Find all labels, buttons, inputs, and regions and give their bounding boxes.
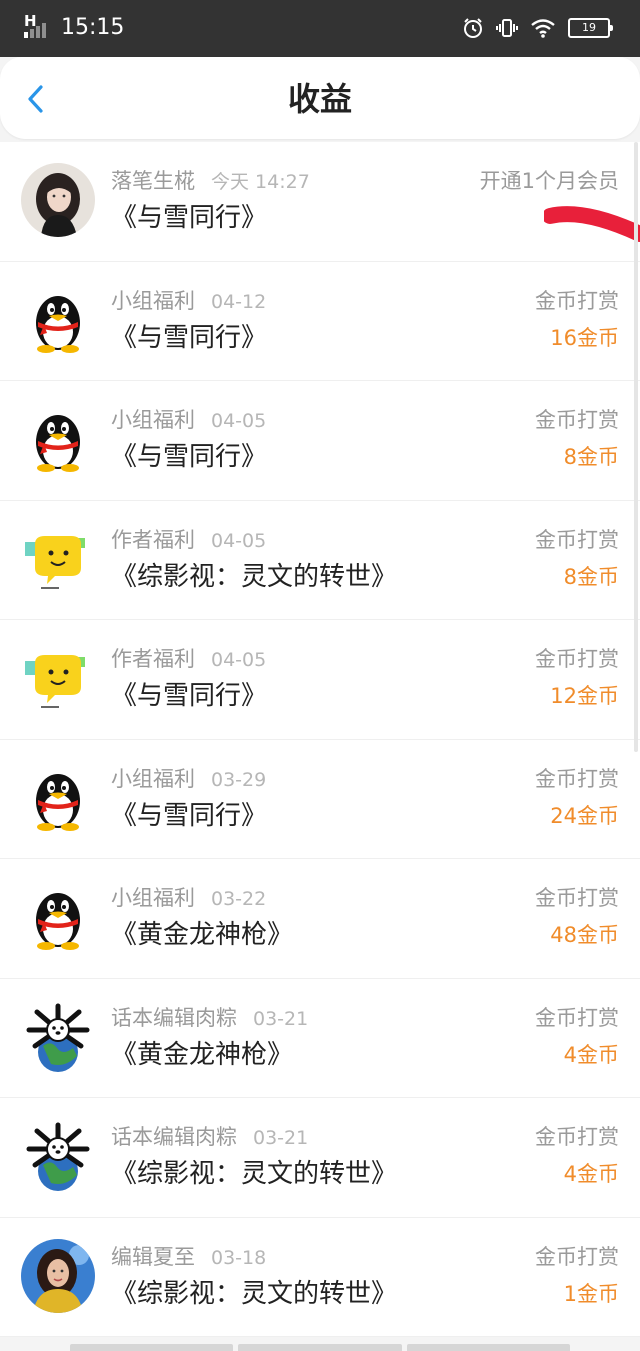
redaction-mark xyxy=(544,206,640,242)
record-date: 04-12 xyxy=(211,290,267,313)
sender-name: 落笔生椛 xyxy=(111,169,195,193)
reward-type: 金币打赏 xyxy=(535,647,619,671)
list-item[interactable]: 编辑夏至 03-18 《综影视：灵文的转世》 金币打赏 1金币 xyxy=(0,1217,640,1337)
avatar xyxy=(21,402,95,476)
sender-name: 小组福利 xyxy=(111,766,195,791)
avatar xyxy=(21,880,95,954)
reward-amount: 8金币 xyxy=(563,445,619,469)
penguin-avatar-image xyxy=(21,402,95,476)
book-title: 《黄金龙神枪》 xyxy=(111,1039,294,1070)
reward-amount: 4金币 xyxy=(563,1042,619,1067)
photo-girl-avatar-image xyxy=(21,163,95,237)
list-item[interactable]: 作者福利 04-05 《综影视：灵文的转世》 金币打赏 8金币 xyxy=(0,500,640,620)
book-title: 《与雪同行》 xyxy=(111,681,268,711)
record-date: 03-22 xyxy=(211,888,267,910)
scrollbar[interactable] xyxy=(634,142,638,752)
avatar xyxy=(21,641,95,715)
book-title: 《综影视：灵文的转世》 xyxy=(111,561,398,592)
earnings-list: 落笔生椛 今天 14:27 《与雪同行》 开通1个月会员 小组福利 04-12 《与… xyxy=(0,142,640,1337)
list-item[interactable]: 话本编辑肉粽 03-21 《综影视：灵文的转世》 金币打赏 4金币 xyxy=(0,1098,640,1218)
record-date: 03-29 xyxy=(211,768,267,791)
list-item[interactable]: 小组福利 03-29 《与雪同行》 金币打赏 24金币 xyxy=(0,739,640,859)
reward-type: 金币打赏 xyxy=(535,288,619,313)
list-item[interactable]: 小组福利 03-22 《黄金龙神枪》 金币打赏 48金币 xyxy=(0,859,640,979)
avatar xyxy=(21,163,95,237)
reward-type: 金币打赏 xyxy=(535,1244,619,1269)
reward-type: 金币打赏 xyxy=(535,766,619,791)
avatar xyxy=(21,760,95,835)
book-title: 《综影视：灵文的转世》 xyxy=(111,1159,398,1189)
battery-icon: 19 xyxy=(568,18,613,38)
avatar xyxy=(21,1119,95,1193)
sender-name: 作者福利 xyxy=(111,527,195,552)
list-item[interactable]: 作者福利 04-05 《与雪同行》 金币打赏 12金币 xyxy=(0,620,640,740)
reward-type: 金币打赏 xyxy=(535,1125,619,1149)
yellow-bubble-avatar-image xyxy=(21,641,95,715)
status-time: 15:15 xyxy=(61,15,125,40)
avatar xyxy=(21,521,95,596)
book-title: 《黄金龙神枪》 xyxy=(111,920,294,950)
sender-name: 作者福利 xyxy=(111,647,195,671)
dog-globe-avatar-image xyxy=(21,1119,95,1193)
book-title: 《与雪同行》 xyxy=(111,203,268,233)
reward-amount: 48金币 xyxy=(550,923,619,947)
photo-woman-avatar-image xyxy=(21,1238,95,1313)
yellow-bubble-avatar-image xyxy=(21,521,95,596)
sender-name: 小组福利 xyxy=(111,886,195,910)
list-item[interactable]: 落笔生椛 今天 14:27 《与雪同行》 开通1个月会员 xyxy=(0,142,640,262)
book-title: 《与雪同行》 xyxy=(111,322,268,353)
sender-name: 小组福利 xyxy=(111,288,195,313)
list-item[interactable]: 小组福利 04-05 《与雪同行》 金币打赏 8金币 xyxy=(0,381,640,501)
reward-amount: 1金币 xyxy=(563,1281,619,1306)
sender-name: 话本编辑肉粽 xyxy=(111,1125,237,1149)
record-date: 04-05 xyxy=(211,529,267,552)
list-item[interactable]: 话本编辑肉粽 03-21 《黄金龙神枪》 金币打赏 4金币 xyxy=(0,978,640,1098)
reward-type: 金币打赏 xyxy=(535,408,619,432)
reward-type: 开通1个月会员 xyxy=(479,169,619,193)
signal-icon: H xyxy=(24,14,58,40)
sender-name: 话本编辑肉粽 xyxy=(111,1005,237,1030)
reward-amount: 4金币 xyxy=(563,1162,619,1186)
record-date: 03-18 xyxy=(211,1246,267,1269)
bottom-indicator xyxy=(70,1344,570,1351)
reward-amount: 12金币 xyxy=(550,684,619,708)
record-date: 03-21 xyxy=(253,1127,309,1149)
battery-level: 19 xyxy=(582,21,596,34)
penguin-avatar-image xyxy=(21,880,95,954)
dog-globe-avatar-image xyxy=(21,999,95,1074)
reward-amount: 16金币 xyxy=(550,325,619,350)
avatar xyxy=(21,282,95,357)
reward-type: 金币打赏 xyxy=(535,1005,619,1030)
record-date: 今天 14:27 xyxy=(211,171,310,193)
record-date: 04-05 xyxy=(211,410,267,432)
record-date: 04-05 xyxy=(211,649,267,671)
book-title: 《与雪同行》 xyxy=(111,800,268,831)
vibrate-icon xyxy=(496,19,518,37)
nav-bar: 收益 xyxy=(0,57,640,139)
sender-name: 小组福利 xyxy=(111,408,195,432)
reward-amount: 24金币 xyxy=(550,803,619,828)
avatar xyxy=(21,999,95,1074)
reward-type: 金币打赏 xyxy=(535,886,619,910)
reward-amount: 8金币 xyxy=(563,564,619,589)
sender-name: 编辑夏至 xyxy=(111,1244,195,1269)
reward-type: 金币打赏 xyxy=(535,527,619,552)
book-title: 《与雪同行》 xyxy=(111,442,268,472)
page-title: 收益 xyxy=(287,80,352,118)
penguin-avatar-image xyxy=(21,760,95,835)
book-title: 《综影视：灵文的转世》 xyxy=(111,1278,398,1309)
penguin-avatar-image xyxy=(21,282,95,357)
alarm-icon xyxy=(464,18,482,38)
record-date: 03-21 xyxy=(253,1007,309,1030)
avatar xyxy=(21,1238,95,1313)
wifi-icon xyxy=(531,19,555,38)
network-type: H xyxy=(24,12,37,30)
list-item[interactable]: 小组福利 04-12 《与雪同行》 金币打赏 16金币 xyxy=(0,261,640,381)
status-bar: H 15:15 19 xyxy=(0,0,640,57)
